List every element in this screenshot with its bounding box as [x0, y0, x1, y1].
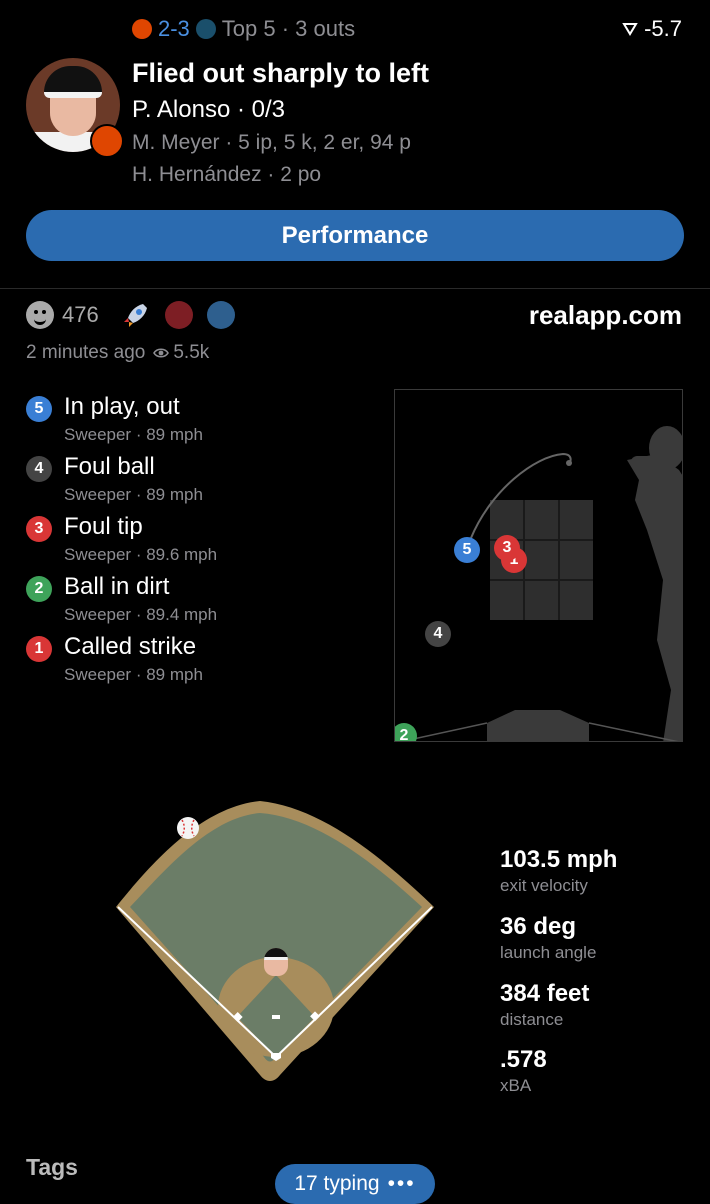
strike-zone-panel: 5 1 3 4 2 — [394, 389, 683, 742]
spray-chart-field — [116, 801, 434, 1081]
pitch-detail: Sweeper · 89.6 mph — [64, 545, 218, 564]
orioles-logo-icon — [132, 19, 152, 39]
strike-zone-graphic — [400, 426, 682, 741]
inning-status: Top 5 · 3 outs — [221, 16, 356, 41]
launch-angle-stat: 36 deg launch angle — [500, 913, 596, 963]
win-probability-change: -5.7 — [622, 16, 682, 42]
distance-label: distance — [500, 1010, 564, 1029]
post-meta: 2 minutes ago 5.5k — [26, 342, 209, 364]
pitch-result: Called strike — [64, 633, 197, 660]
view-count: 5.5k — [173, 342, 210, 363]
pitch-item[interactable]: 5 In play, out Sweeper · 89 mph — [26, 393, 203, 445]
batter-line[interactable]: P. Alonso · 0/3 — [132, 96, 285, 124]
pitch-item[interactable]: 2 Ball in dirt Sweeper · 89.4 mph — [26, 573, 217, 625]
play-headline: Flied out sharply to left — [132, 58, 430, 88]
pitch-number-badge: 5 — [26, 396, 52, 422]
fielder-line[interactable]: H. Hernández · 2 po — [132, 163, 321, 187]
pitch-result: Foul tip — [64, 513, 143, 540]
pitch-item[interactable]: 4 Foul ball Sweeper · 89 mph — [26, 453, 203, 505]
launch-angle-value: 36 deg — [500, 913, 577, 940]
site-link[interactable]: realapp.com — [529, 300, 682, 331]
divider — [0, 288, 710, 289]
pitch-detail: Sweeper · 89.4 mph — [64, 605, 218, 624]
pitch-number-badge: 1 — [26, 636, 52, 662]
typing-indicator[interactable]: 17 typing ••• — [275, 1164, 435, 1204]
game-score-line: 2-3 Top 5 · 3 outs — [132, 16, 355, 42]
reaction-red-dot[interactable] — [164, 301, 193, 329]
pitch-detail: Sweeper · 89 mph — [64, 485, 203, 504]
pitch-number-badge: 2 — [26, 576, 52, 602]
launch-angle-label: launch angle — [500, 943, 597, 962]
pitcher-line[interactable]: M. Meyer · 5 ip, 5 k, 2 er, 94 p — [132, 131, 411, 155]
baseball-icon — [177, 817, 199, 839]
arrow-down-icon — [622, 23, 638, 36]
exit-velocity-value: 103.5 mph — [500, 846, 618, 873]
zone-marker-4[interactable]: 4 — [425, 621, 451, 647]
pitch-item[interactable]: 1 Called strike Sweeper · 89 mph — [26, 633, 203, 685]
ellipsis-icon: ••• — [387, 1172, 416, 1195]
xba-stat: .578 xBA — [500, 1046, 547, 1096]
pitch-number-badge: 4 — [26, 456, 52, 482]
pitch-detail: Sweeper · 89 mph — [64, 425, 203, 444]
xba-label: xBA — [500, 1076, 532, 1095]
pitch-result: Ball in dirt — [64, 573, 170, 600]
pitch-item[interactable]: 3 Foul tip Sweeper · 89.6 mph — [26, 513, 217, 565]
marlins-logo-icon — [195, 19, 216, 39]
reaction-count: 476 — [62, 302, 99, 327]
fielder-avatar[interactable] — [264, 948, 288, 976]
tags-heading: Tags — [26, 1154, 78, 1180]
team-badge-icon — [90, 124, 124, 158]
zone-marker-3[interactable]: 3 — [494, 535, 520, 561]
game-score: 2-3 — [158, 16, 190, 41]
batter-silhouette-icon — [627, 426, 682, 741]
reactions-row: 476 — [26, 300, 235, 330]
reaction-blue-dot[interactable] — [206, 301, 235, 329]
typing-label: 17 typing — [294, 1172, 380, 1195]
performance-button[interactable]: Performance — [26, 210, 684, 261]
zone-marker-5[interactable]: 5 — [454, 537, 480, 563]
pitch-number-badge: 3 — [26, 516, 52, 542]
exit-velocity-label: exit velocity — [500, 876, 588, 895]
home-plate — [400, 710, 679, 741]
exit-velocity-stat: 103.5 mph exit velocity — [500, 846, 617, 896]
rocket-icon[interactable] — [121, 300, 151, 330]
distance-value: 384 feet — [500, 980, 590, 1007]
pitch-detail: Sweeper · 89 mph — [64, 665, 203, 684]
distance-stat: 384 feet distance — [500, 980, 589, 1030]
win-probability-value: -5.7 — [644, 16, 682, 41]
time-ago: 2 minutes ago — [26, 342, 146, 363]
eye-icon — [153, 348, 170, 358]
pitch-result: In play, out — [64, 393, 180, 420]
smiley-icon[interactable] — [26, 301, 54, 329]
pitch-result: Foul ball — [64, 453, 155, 480]
xba-value: .578 — [500, 1046, 547, 1073]
